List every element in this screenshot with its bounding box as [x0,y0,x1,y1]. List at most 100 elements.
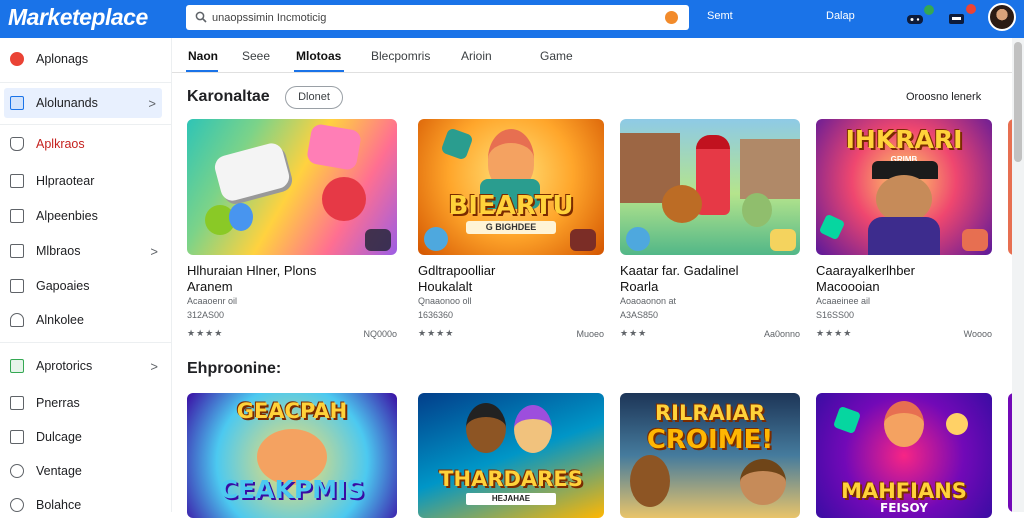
sidebar-item-12[interactable]: Bolahce [0,490,172,520]
thumbnail-badge [770,229,796,251]
app-logo[interactable]: Marketeplace [8,4,148,31]
app-thumbnail [187,119,397,255]
app-price: NQ000o [363,329,397,339]
app-price: Muoeo [576,329,604,339]
sidebar-item-label: Mlbraos [36,244,81,258]
sidebar-item-1[interactable]: Alolunands > [4,88,162,118]
search-icon [195,11,207,23]
app-subtitle: Macoooian [816,279,880,294]
app-card[interactable]: Kaatar far. Gadalinel Roarla Aoaoaonon a… [620,119,800,341]
sidebar-item-label: Pnerras [36,396,80,410]
header-button-1[interactable]: Semt [707,10,733,22]
app-thumbnail: THARDARES HEJAHAE [418,393,604,518]
sidebar-item-label: Ventage [36,464,82,478]
game-art-title: THARDARES [439,467,583,491]
rating-stars: ★★★★ [418,328,455,338]
mail-icon [10,244,24,258]
app-thumbnail: IHKRARI GRIMB [816,119,992,255]
chevron-right-icon: > [150,243,158,259]
sidebar-item-label: Aprotorics [36,359,93,373]
sidebar-item-label: Alpeenbies [36,209,98,223]
game-art-title: MAHFIANS [841,479,967,503]
sidebar-item-4[interactable]: Alpeenbies [0,201,172,231]
sidebar-item-5[interactable]: Mlbraos > [0,236,172,266]
see-all-link[interactable]: Oroosno lenerk [906,91,981,103]
game-art-subtitle: HEJAHAE [466,493,556,505]
app-developer: Acaaoenr oil [187,296,238,306]
tab-bar: Naon Seee Mlotoas Blecpomris Arioin Game [172,38,1012,73]
sidebar-item-10[interactable]: Dulcage [0,422,172,452]
app-developer: Acaaeinee ail [816,296,871,306]
thumbnail-badge [570,229,596,251]
cart-icon[interactable] [946,8,968,28]
app-card[interactable]: BIEARTU G BIGHDEE Gdltrapoolliar Houkala… [418,119,604,341]
sidebar-item-0[interactable]: Aplonags [0,44,172,74]
app-downloads: 1636360 [418,310,454,320]
app-downloads: 312AS00 [187,310,225,320]
tab-underline [294,70,344,72]
app-title: Gdltrapoolliar [418,263,496,278]
game-art-title: GEACPAH [236,399,348,423]
app-downloads: A3AS850 [620,310,659,320]
tab-4[interactable]: Arioin [461,49,492,63]
cart-badge [966,4,976,14]
sidebar-item-label: Dulcage [36,430,82,444]
game-art-title: BIEARTU [448,191,574,221]
sidebar-item-label: Alolunands [36,96,98,110]
app-thumbnail: MAHFIANS FEISOY [816,393,992,518]
app-card[interactable]: Hlhuraian Hlner, Plons Aranem Acaaoenr o… [187,119,397,341]
box-icon [10,396,24,410]
divider [0,124,172,125]
top-bar: Marketeplace Semt Dalap [0,0,1024,38]
sidebar-item-3[interactable]: Hlpraotear [0,166,172,196]
header-button-2[interactable]: Dalap [826,10,855,22]
section-title: Karonaltae [187,88,270,105]
divider [0,342,172,343]
app-icon [10,52,24,66]
filter-pill[interactable]: Dlonet [285,86,343,109]
eye-icon [10,464,24,478]
app-thumbnail: BIEARTU G BIGHDEE [418,119,604,255]
avatar[interactable] [988,3,1016,31]
edit-icon [10,430,24,444]
sidebar-item-label: Gapoaies [36,279,90,293]
scrollbar-thumb[interactable] [1014,42,1022,162]
app-card[interactable]: IHKRARI GRIMB Caarayalkerlhber Macoooian… [816,119,992,341]
app-card[interactable]: GEACPAH CEAKPMIS [187,393,397,518]
thumbnail-badge [962,229,988,251]
search-bar[interactable] [186,5,689,30]
tab-5[interactable]: Game [540,49,573,63]
app-card[interactable]: MAHFIANS FEISOY [816,393,992,518]
active-tab-indicator [186,70,218,72]
grid-icon [10,96,24,110]
sidebar-item-label: Aplonags [36,52,89,66]
sidebar: Aplonags Alolunands > Aplkraos Hlpraotea… [0,38,172,512]
app-card[interactable]: THARDARES HEJAHAE [418,393,604,518]
rating-stars: ★★★★ [816,328,853,338]
sidebar-item-9[interactable]: Pnerras [0,388,172,418]
sidebar-item-8[interactable]: Aprotorics > [0,351,172,381]
sidebar-item-7[interactable]: Alnkolee [0,305,172,335]
app-card[interactable]: RILRAIAR CROIME! [620,393,800,518]
notification-badge [924,5,934,15]
tab-3[interactable]: Blecpomris [371,49,430,63]
tab-0[interactable]: Naon [188,49,218,63]
mic-icon[interactable] [665,11,678,24]
sidebar-item-11[interactable]: Ventage [0,456,172,486]
sidebar-item-label: Alnkolee [36,313,84,327]
sidebar-item-6[interactable]: Gapoaies [0,271,172,301]
chevron-right-icon: > [150,358,158,374]
app-subtitle: Houkalalt [418,279,473,294]
scrollbar[interactable] [1012,38,1024,512]
app-price: Woooo [963,329,992,339]
tab-1[interactable]: Seee [242,49,270,63]
app-thumbnail: RILRAIAR CROIME! [620,393,800,518]
app-thumbnail [620,119,800,255]
search-input[interactable] [212,8,632,27]
sidebar-item-label: Hlpraotear [36,174,95,188]
tab-2[interactable]: Mlotoas [296,49,341,63]
app-developer: Aoaoaonon at [620,296,677,306]
sidebar-item-2[interactable]: Aplkraos [0,129,172,159]
app-developer: Qnaaonoo oll [418,296,472,306]
sidebar-item-label: Aplkraos [36,137,85,151]
